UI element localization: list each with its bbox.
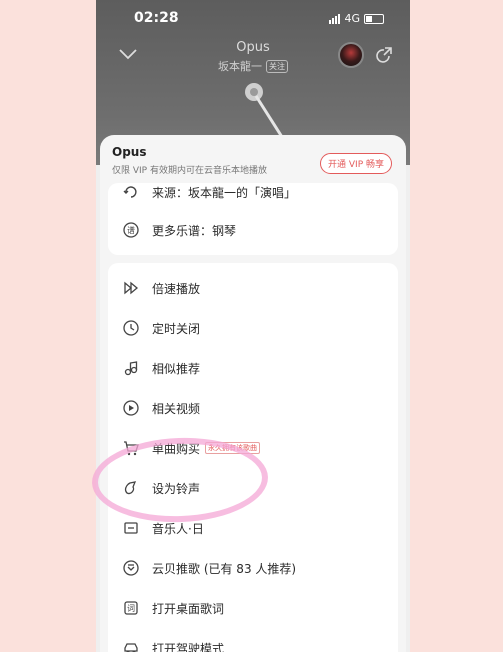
status-bar: 02:28 4G [96,8,410,32]
list-item-label: 打开桌面歌词 [152,601,225,616]
list-item-label: 倍速播放 [152,281,201,296]
turntable-needle [245,83,284,138]
avatar[interactable] [338,42,364,68]
list-item-label: 更多乐谱：钢琴 [152,223,237,238]
share-icon[interactable] [374,46,394,66]
more-actions-sheet: Opus 仅限 VIP 有效期内可在云音乐本地播放 开通 VIP 畅享 来源：坂… [100,135,406,652]
list-item-drive-mode[interactable]: 打开驾驶模式 [122,633,388,652]
list-item-timer[interactable]: 定时关闭 [122,313,388,343]
source-icon [122,183,140,201]
artist-name[interactable]: 坂本龍一 [218,60,262,73]
list-item-similar[interactable]: 相似推荐 [122,353,388,383]
video-icon [122,399,140,417]
recommend-icon [122,559,140,577]
phone-screen: 02:28 4G Opus 坂本龍一 关注 Opus 仅限 VIP 有效期内可在… [96,0,410,652]
svg-text:谱: 谱 [127,225,135,235]
lyrics-icon: 词 [122,599,140,617]
vip-button[interactable]: 开通 VIP 畅享 [320,153,392,174]
list-item-video[interactable]: 相关视频 [122,393,388,423]
score-icon: 谱 [122,221,140,239]
list-item-label: 云贝推歌 (已有 83 人推荐) [152,561,297,576]
list-item-label: 定时关闭 [152,321,201,336]
song-artist: 坂本龍一 关注 [96,58,410,74]
list-item-desktop-lyrics[interactable]: 词 打开桌面歌词 [122,593,388,623]
car-icon [122,639,140,652]
list-item-speed[interactable]: 倍速播放 [122,273,388,303]
list-item-recommend[interactable]: 云贝推歌 (已有 83 人推荐) [122,553,388,583]
list-item-score[interactable]: 谱 更多乐谱：钢琴 [122,215,388,245]
status-indicators: 4G [329,12,384,25]
status-time: 02:28 [134,10,179,26]
list-item-label: 相关视频 [152,401,201,416]
source-group: 来源：坂本龍一的「演唱」 谱 更多乐谱：钢琴 [108,183,398,255]
battery-icon [364,13,384,24]
list-item-source[interactable]: 来源：坂本龍一的「演唱」 [122,177,388,207]
network-label: 4G [344,12,360,25]
musician-icon [122,519,140,537]
follow-button[interactable]: 关注 [266,60,288,73]
signal-icon [329,13,341,24]
list-item-label: 打开驾驶模式 [152,641,225,652]
svg-text:词: 词 [127,604,135,613]
list-item-label: 来源：坂本龍一的「演唱」 [152,185,297,200]
timer-icon [122,319,140,337]
speed-icon [122,279,140,297]
list-item-label: 相似推荐 [152,361,201,376]
player-header: Opus 坂本龍一 关注 [96,38,410,78]
similar-icon [122,359,140,377]
